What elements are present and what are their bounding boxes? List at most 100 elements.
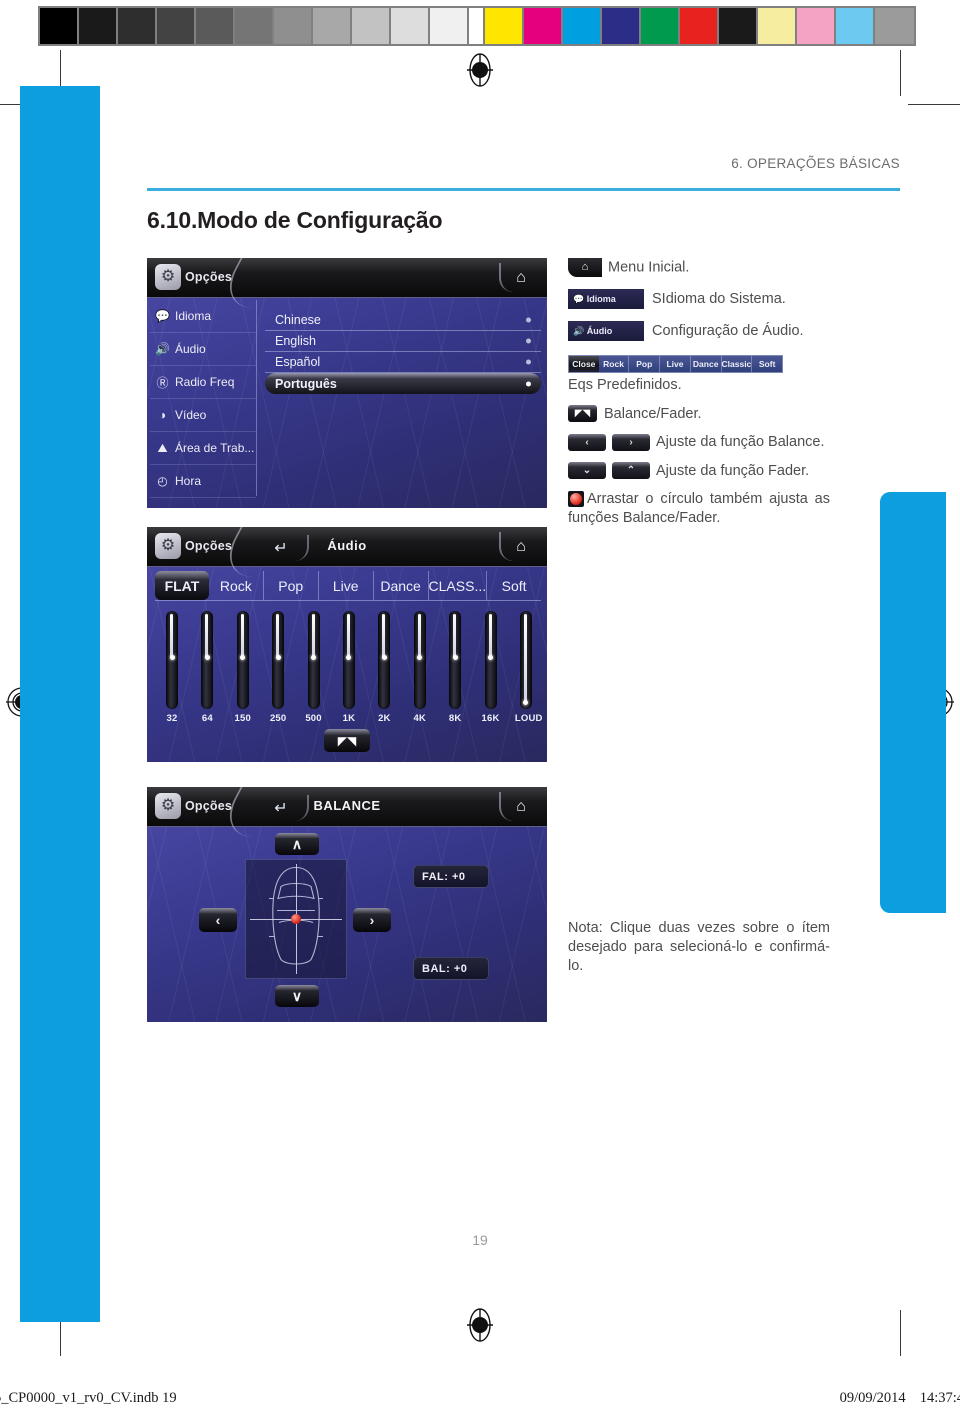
fader-down-button[interactable]: ∨ — [275, 985, 319, 1007]
options-brand-label: Opções — [185, 270, 233, 284]
slider-knob[interactable] — [346, 655, 352, 660]
contrast-icon: ◑ — [158, 408, 167, 422]
balance-fader-pad[interactable] — [245, 859, 347, 979]
back-arrow-icon[interactable]: ↵ — [255, 535, 309, 561]
equalizer-band-slider[interactable] — [196, 611, 218, 709]
balance-fader-icon[interactable]: ◤◥ — [324, 729, 370, 752]
fader-up-button[interactable]: ∧ — [275, 833, 319, 855]
equalizer-band-slider[interactable] — [267, 611, 289, 709]
language-option[interactable]: Chinese — [265, 310, 541, 331]
calibration-swatch — [641, 8, 680, 44]
eq-preset-bar-cell: Close — [569, 356, 599, 372]
slider-knob[interactable] — [381, 655, 387, 660]
equalizer-band-labels: 32 64 150 250 500 1K 2K 4K 8K 16K LOUD — [161, 713, 543, 724]
legend-text-home: Menu Inicial. — [608, 259, 690, 276]
options-sidebar-item[interactable]: ⛰ Área de Trab... — [150, 432, 256, 465]
slider-knob[interactable] — [275, 655, 281, 660]
slider-knob[interactable] — [488, 655, 494, 660]
language-option[interactable]: Português — [265, 373, 541, 394]
home-icon[interactable]: ⌂ — [499, 532, 541, 561]
balance-value-display: BAL: +0 — [413, 957, 489, 980]
footer-timestamp: 09/09/2014 14:37:4 — [826, 1390, 960, 1407]
slider-track[interactable] — [272, 611, 285, 709]
equalizer-preset-tab[interactable]: Live — [319, 571, 374, 600]
red-circle-icon — [568, 491, 584, 508]
options-sidebar-item[interactable]: ◴ Hora — [150, 465, 256, 498]
equalizer-band-slider[interactable] — [161, 611, 183, 709]
options-sidebar-item-label: Idioma — [175, 309, 212, 323]
slider-track[interactable] — [519, 611, 532, 709]
equalizer-band-slider[interactable] — [480, 611, 502, 709]
slider-track[interactable] — [484, 611, 497, 709]
language-option[interactable]: Español — [265, 352, 541, 373]
equalizer-band-slider[interactable] — [232, 611, 254, 709]
legend-text-balance-adjust: Ajuste da função Balance. — [656, 434, 825, 451]
equalizer-preset-tab[interactable]: Soft — [487, 571, 541, 600]
equalizer-preset-tab[interactable]: CLASS... — [429, 571, 488, 600]
eq-preset-bar-cell: Dance — [691, 356, 722, 372]
speaker-icon: 🔊 — [155, 342, 170, 356]
calibration-swatch — [719, 8, 758, 44]
options-brand-chip[interactable]: ⚙ Opções — [155, 533, 232, 559]
equalizer-preset-tab[interactable]: FLAT — [155, 571, 209, 600]
equalizer-preset-tab[interactable]: Pop — [264, 571, 319, 600]
slider-track[interactable] — [307, 611, 320, 709]
slider-track[interactable] — [449, 611, 462, 709]
equalizer-preset-tab[interactable]: Rock — [209, 571, 264, 600]
slider-track[interactable] — [236, 611, 249, 709]
slider-knob[interactable] — [452, 655, 458, 660]
balance-fader-icon: ◤◥ — [568, 405, 597, 423]
equalizer-band-slider[interactable] — [303, 611, 325, 709]
slider-track[interactable] — [378, 611, 391, 709]
options-brand-chip[interactable]: ⚙ Opções — [155, 793, 232, 819]
options-brand-chip[interactable]: ⚙ Opções — [155, 264, 232, 290]
slider-track[interactable] — [166, 611, 178, 709]
home-icon[interactable]: ⌂ — [499, 792, 541, 821]
equalizer-band-label: 500 — [305, 713, 322, 724]
equalizer-band-slider[interactable] — [409, 611, 431, 709]
calibration-swatch — [313, 8, 352, 44]
slider-track[interactable] — [342, 611, 355, 709]
legend-text-audio: Configuração de Áudio. — [652, 322, 804, 339]
left-arrow-icon: ‹ — [568, 433, 606, 451]
slider-knob[interactable] — [169, 655, 175, 660]
options-sidebar: 💬 Idioma 🔊 Áudio Ⓡ Radio Freq ◑ Vídeo ⛰ Área de T… — [150, 300, 257, 498]
language-option[interactable]: English — [265, 331, 541, 352]
language-option-label: Chinese — [275, 313, 321, 327]
equalizer-band-slider[interactable] — [373, 611, 395, 709]
slider-knob[interactable] — [204, 655, 210, 660]
eq-preset-bar-cell: Soft — [758, 359, 776, 369]
eq-preset-bar-cell: Rock — [599, 356, 630, 372]
balance-left-button[interactable]: ‹ — [199, 908, 237, 932]
header-divider-rule — [147, 188, 900, 191]
calibration-swatch — [797, 8, 836, 44]
equalizer-band-slider[interactable] — [515, 611, 537, 709]
up-arrow-icon: ⌃ — [612, 462, 650, 480]
equalizer-band-label: 250 — [269, 713, 287, 724]
slider-track[interactable] — [413, 611, 426, 709]
options-sidebar-item-label: Área de Trab... — [175, 441, 255, 455]
blue-page-edge-bar — [20, 86, 100, 1322]
legend-text-fader-adjust: Ajuste da função Fader. — [656, 462, 810, 479]
home-icon[interactable]: ⌂ — [499, 263, 541, 292]
slider-knob[interactable] — [523, 700, 529, 705]
options-sidebar-item[interactable]: Ⓡ Radio Freq — [150, 366, 256, 399]
slider-knob[interactable] — [417, 655, 423, 660]
balance-position-dot[interactable] — [291, 914, 301, 924]
slider-track[interactable] — [201, 611, 214, 709]
screenshot-options-language: ⚙ Opções ⌂ 💬 Idioma 🔊 Áudio Ⓡ Radio Freq ◑ Víde… — [147, 258, 547, 508]
back-arrow-icon[interactable]: ↵ — [255, 795, 309, 821]
balance-right-button[interactable]: › — [353, 908, 391, 932]
options-sidebar-item[interactable]: ◑ Vídeo — [150, 399, 256, 432]
slider-knob[interactable] — [240, 655, 246, 660]
options-sidebar-item[interactable]: 🔊 Áudio — [150, 333, 256, 366]
slider-knob[interactable] — [311, 655, 317, 660]
equalizer-band-label: LOUD — [514, 713, 543, 724]
options-sidebar-item[interactable]: 💬 Idioma — [150, 300, 256, 333]
calibration-swatch — [274, 8, 313, 44]
equalizer-band-label: 2K — [378, 713, 391, 724]
equalizer-preset-tab[interactable]: Dance — [374, 571, 429, 600]
options-sidebar-item-label: Vídeo — [175, 408, 207, 422]
equalizer-band-slider[interactable] — [444, 611, 466, 709]
equalizer-band-slider[interactable] — [338, 611, 360, 709]
